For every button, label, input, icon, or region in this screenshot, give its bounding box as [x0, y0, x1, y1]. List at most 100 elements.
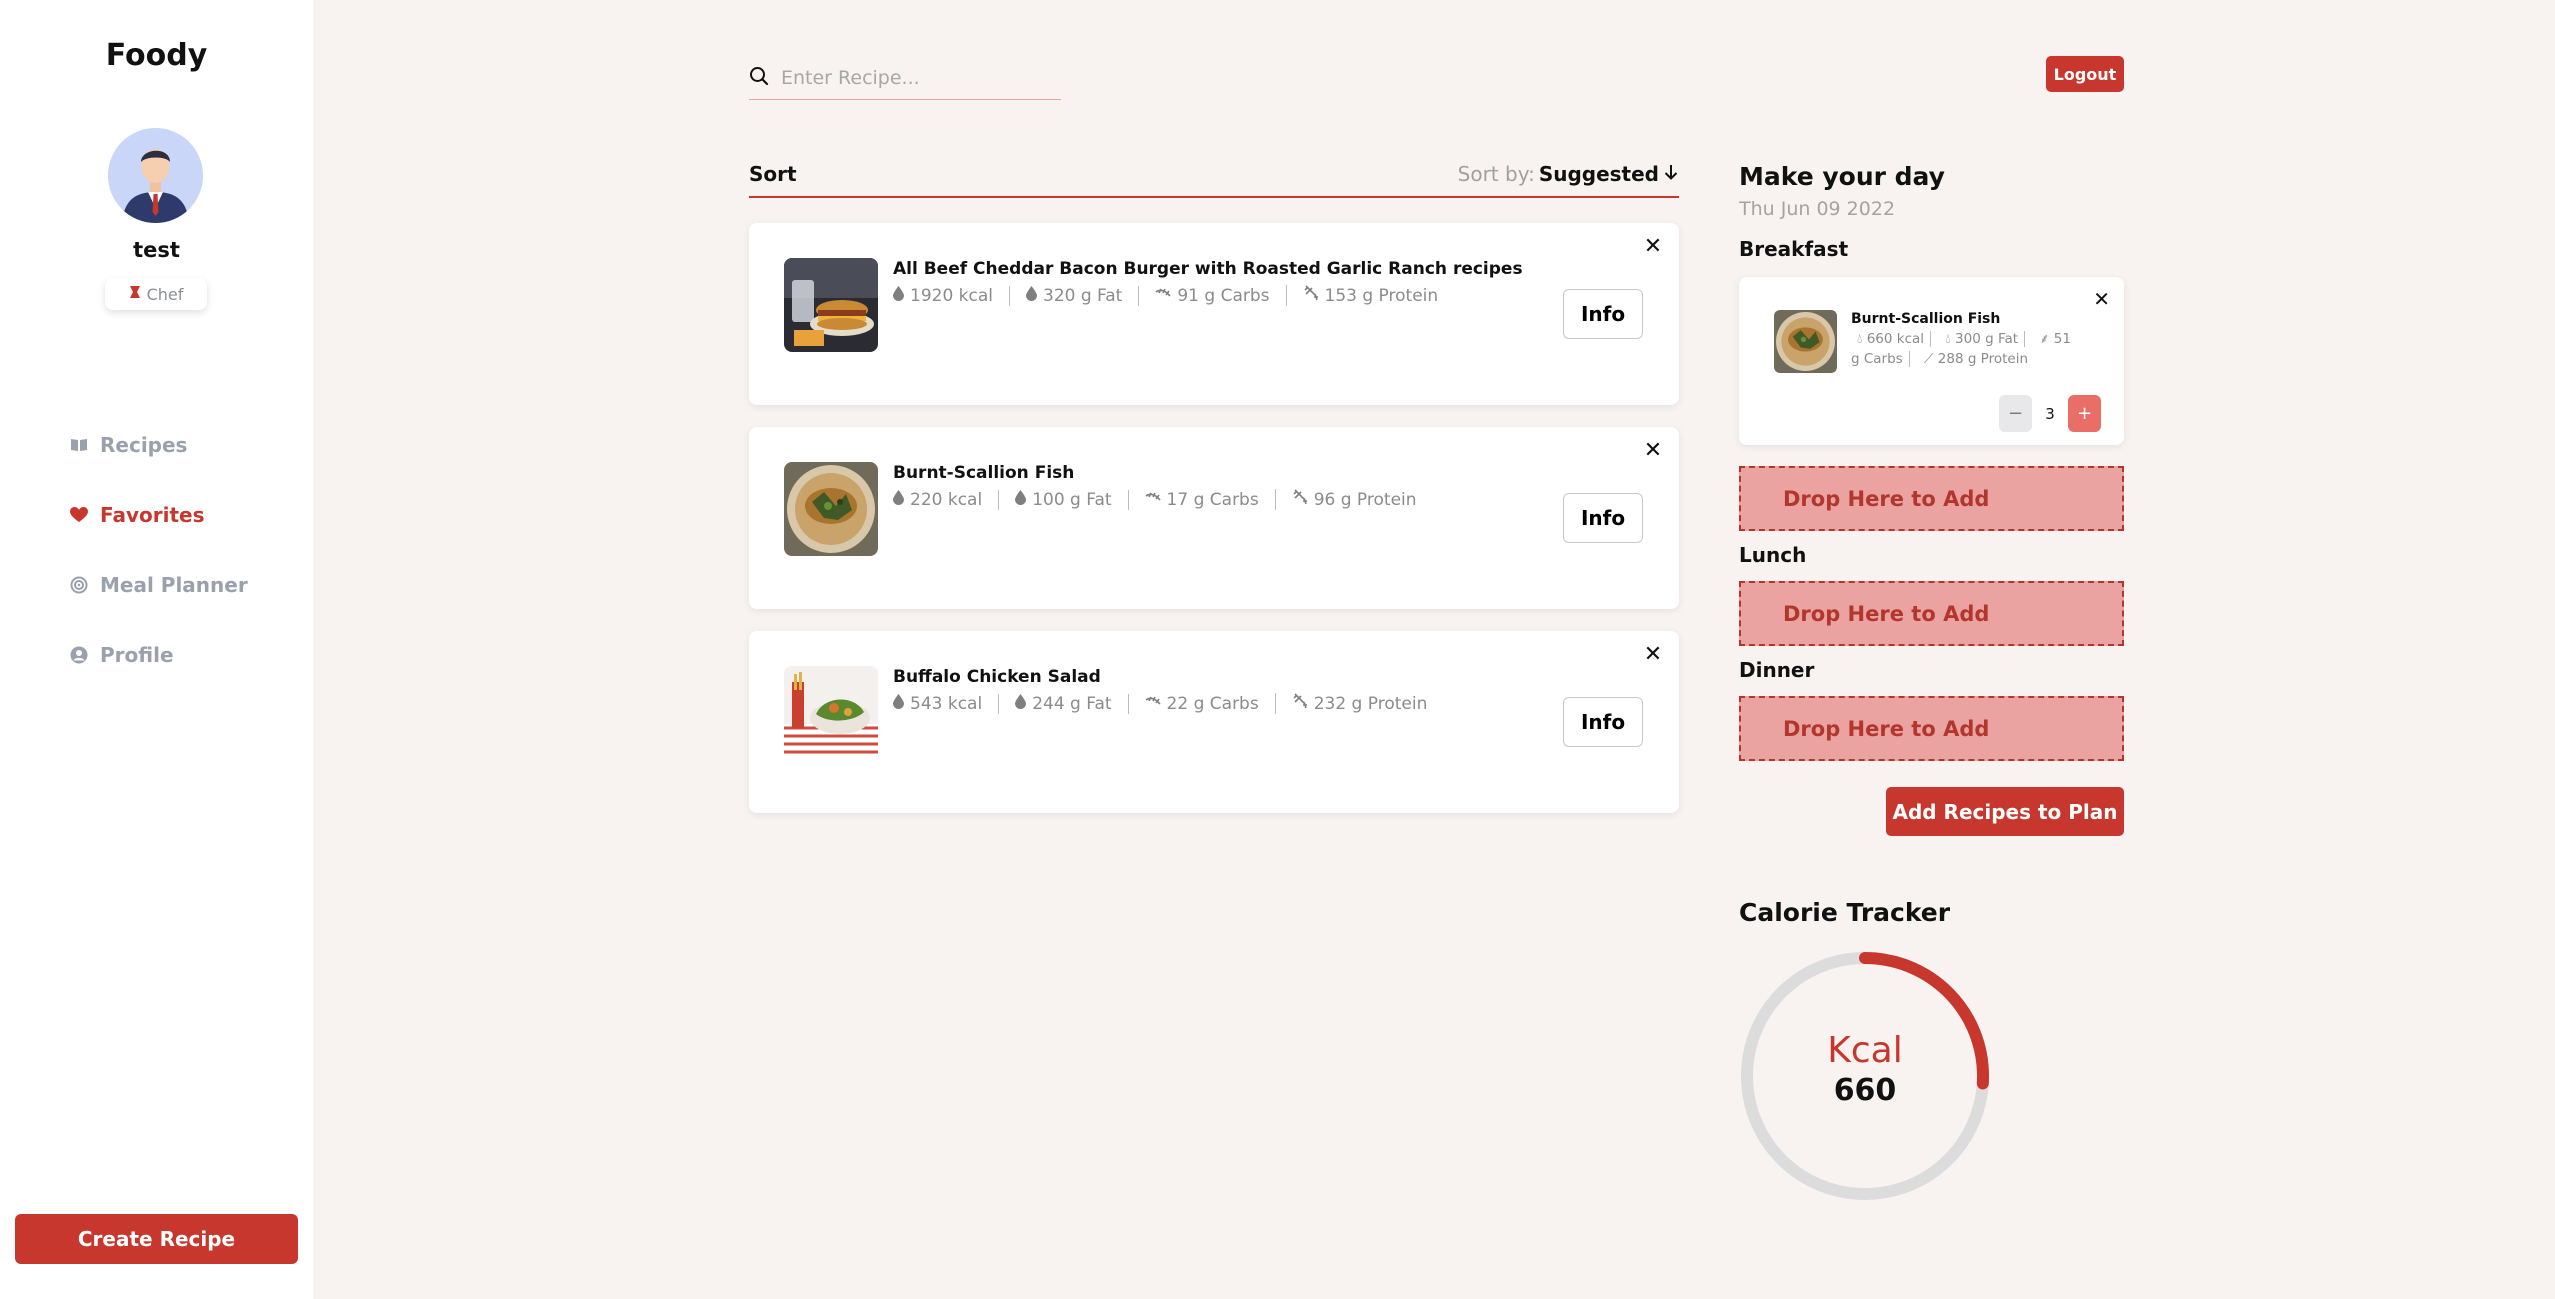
close-icon[interactable]: ✕: [1641, 439, 1665, 463]
recipe-macros: 1920 kcal 320 g Fat 91 g Carbs 153 g Pro…: [893, 285, 1454, 306]
search-bar: [749, 56, 1061, 100]
sort-label: Sort: [749, 162, 797, 186]
info-button[interactable]: Info: [1563, 493, 1643, 543]
sidebar-item-recipes[interactable]: Recipes: [70, 430, 248, 460]
brand-logo: Foody: [105, 38, 208, 73]
avatar[interactable]: [108, 128, 203, 223]
fat-value: 100 g Fat: [1032, 489, 1112, 510]
sort-bar: Sort Sort by: Suggested: [749, 158, 1679, 198]
drop-icon: [1015, 489, 1027, 510]
target-icon: [70, 576, 88, 594]
arrow-down-icon: [1663, 162, 1679, 186]
drop-icon: 💧︎: [1945, 331, 1951, 347]
recipe-title: Burnt-Scallion Fish: [893, 463, 1075, 483]
sidebar-nav: Recipes Favorites Meal Planner Profile: [70, 430, 248, 710]
protein-stat: 232 g Protein: [1274, 693, 1444, 714]
increment-button[interactable]: +: [2068, 395, 2101, 432]
dinner-dropzone[interactable]: Drop Here to Add: [1739, 696, 2124, 761]
wheat-icon: [1145, 490, 1161, 510]
search-input[interactable]: [781, 66, 1051, 89]
username: test: [133, 238, 180, 262]
info-button[interactable]: Info: [1563, 289, 1643, 339]
recipe-image: [784, 258, 878, 352]
close-icon[interactable]: ✕: [1641, 643, 1665, 667]
recipe-image: [784, 462, 878, 556]
kcal-stat: 220 kcal: [893, 489, 998, 510]
kcal-stat: 💧︎ 660 kcal: [1851, 331, 1932, 347]
kcal-value: 543 kcal: [910, 693, 983, 714]
recipe-macros: 543 kcal 244 g Fat 22 g Carbs 232 g Prot…: [893, 693, 1443, 714]
drumstick-icon: [1292, 489, 1308, 510]
add-recipes-to-plan-button[interactable]: Add Recipes to Plan: [1886, 787, 2124, 836]
breakfast-label: Breakfast: [1739, 237, 1849, 261]
protein-stat: 153 g Protein: [1285, 285, 1455, 306]
planner-title: Make your day: [1739, 162, 1945, 191]
drumstick-icon: ⟋: [1924, 350, 1934, 367]
role-badge: Chef: [105, 278, 207, 310]
recipe-card[interactable]: All Beef Cheddar Bacon Burger with Roast…: [749, 223, 1679, 405]
recipe-card[interactable]: Burnt-Scallion Fish 220 kcal 100 g Fat 1…: [749, 427, 1679, 609]
gauge-text: Kcal 660: [1739, 1030, 1991, 1108]
planned-recipe-card[interactable]: Burnt-Scallion Fish 💧︎ 660 kcal 💧︎ 300 g…: [1739, 277, 2124, 445]
sidebar-item-profile[interactable]: Profile: [70, 640, 248, 670]
kcal-value: 660 kcal: [1866, 331, 1925, 347]
fat-stat: 320 g Fat: [1009, 285, 1138, 306]
recipe-macros: 220 kcal 100 g Fat 17 g Carbs 96 g Prote…: [893, 489, 1433, 510]
planned-recipe-macros: 💧︎ 660 kcal 💧︎ 300 g Fat ⸙ 51 g Carbs ⟋ …: [1851, 330, 2083, 369]
sidebar-item-meal-planner[interactable]: Meal Planner: [70, 570, 248, 600]
planned-recipe-title: Burnt-Scallion Fish: [1851, 311, 2001, 327]
recipe-card[interactable]: Buffalo Chicken Salad 543 kcal 244 g Fat…: [749, 631, 1679, 813]
drumstick-icon: [1292, 693, 1308, 714]
carbs-value: 91 g Carbs: [1177, 285, 1270, 306]
protein-value: 96 g Protein: [1313, 489, 1417, 510]
drop-icon: [1026, 285, 1037, 306]
recipe-title: All Beef Cheddar Bacon Burger with Roast…: [893, 259, 1523, 279]
drumstick-icon: [1303, 285, 1319, 306]
protein-value: 153 g Protein: [1324, 285, 1439, 306]
lunch-dropzone[interactable]: Drop Here to Add: [1739, 581, 2124, 646]
recipe-image: [1774, 310, 1837, 373]
decrement-button[interactable]: −: [1999, 395, 2032, 432]
chef-hat-icon: [129, 284, 141, 304]
sidebar-item-label: Recipes: [100, 433, 188, 457]
drop-icon: [893, 285, 904, 306]
kcal-stat: 1920 kcal: [893, 285, 1009, 306]
create-recipe-button[interactable]: Create Recipe: [15, 1214, 298, 1264]
info-button[interactable]: Info: [1563, 697, 1643, 747]
wheat-icon: ⸙: [2039, 331, 2050, 347]
fat-value: 300 g Fat: [1955, 331, 2019, 347]
sidebar-item-favorites[interactable]: Favorites: [70, 500, 248, 530]
search-icon: [749, 66, 769, 90]
kcal-value: 220 kcal: [910, 489, 983, 510]
sidebar: Foody test Chef Recipes Favorites Meal P…: [0, 0, 313, 1299]
protein-stat: 96 g Protein: [1274, 489, 1433, 510]
kcal-stat: 543 kcal: [893, 693, 998, 714]
quantity-value: 3: [2045, 404, 2055, 423]
sidebar-item-label: Profile: [100, 643, 174, 667]
carbs-stat: 22 g Carbs: [1127, 693, 1275, 714]
drop-icon: [893, 693, 904, 714]
drop-icon: [1015, 693, 1027, 714]
logout-button[interactable]: Logout: [2046, 56, 2124, 92]
drop-icon: 💧︎: [1857, 331, 1863, 347]
user-circle-icon: [70, 646, 88, 664]
heart-icon: [70, 506, 88, 524]
role-label: Chef: [146, 284, 184, 304]
sort-by-dropdown[interactable]: Sort by: Suggested: [1458, 162, 1679, 186]
fat-stat: 💧︎ 300 g Fat: [1939, 331, 2026, 347]
quantity-stepper: − 3 +: [1999, 395, 2101, 432]
carbs-value: 17 g Carbs: [1166, 489, 1259, 510]
carbs-stat: 91 g Carbs: [1138, 285, 1285, 306]
protein-stat: ⟋ 288 g Protein: [1918, 351, 2034, 367]
book-icon: [70, 436, 88, 454]
protein-value: 232 g Protein: [1313, 693, 1428, 714]
sort-by-label: Sort by:: [1457, 162, 1535, 186]
fat-value: 320 g Fat: [1043, 285, 1123, 306]
fat-stat: 100 g Fat: [998, 489, 1127, 510]
close-icon[interactable]: ✕: [2093, 287, 2110, 311]
breakfast-dropzone[interactable]: Drop Here to Add: [1739, 466, 2124, 531]
fat-stat: 244 g Fat: [998, 693, 1127, 714]
sidebar-item-label: Favorites: [100, 503, 205, 527]
planner-date: Thu Jun 09 2022: [1739, 198, 1896, 220]
close-icon[interactable]: ✕: [1641, 235, 1665, 259]
